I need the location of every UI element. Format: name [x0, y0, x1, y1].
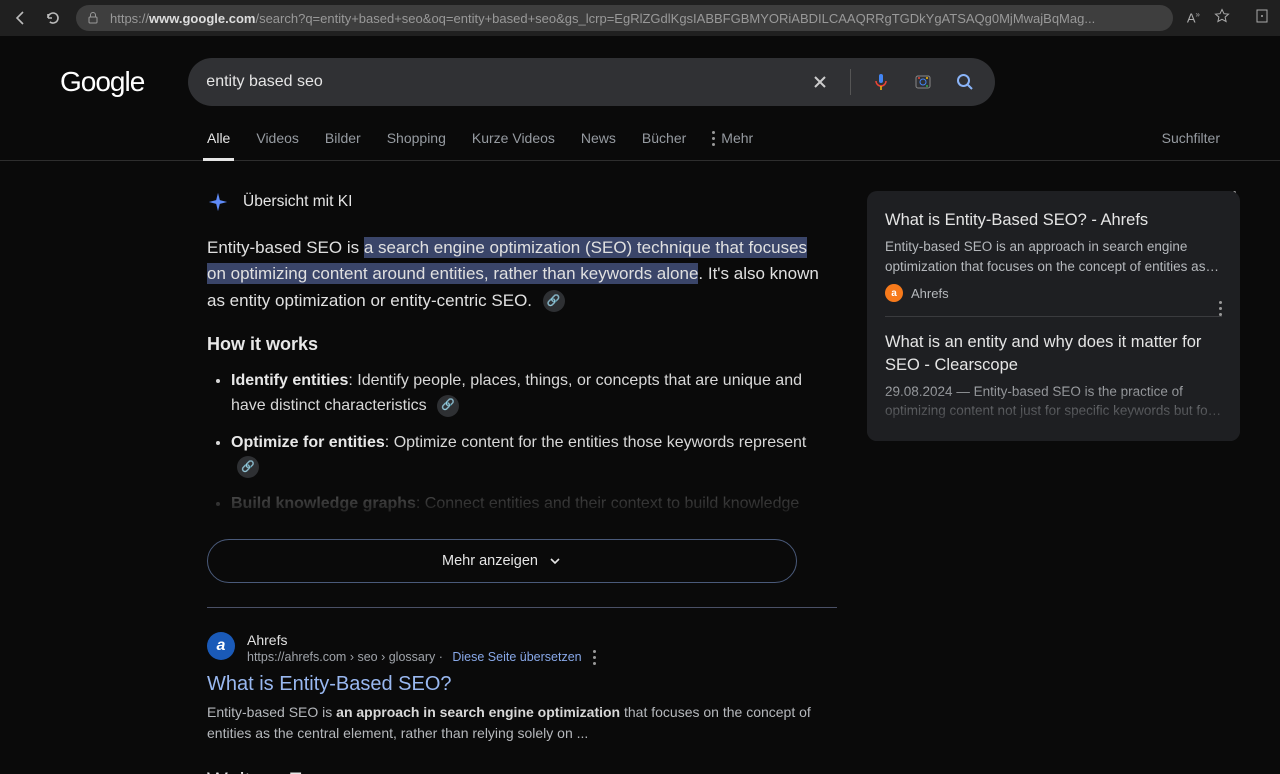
tab-short-videos[interactable]: Kurze Videos [472, 130, 555, 160]
ai-list-item: Identify entities: Identify people, plac… [231, 369, 827, 419]
refresh-button[interactable] [44, 9, 62, 27]
sidebar-card-title: What is an entity and why does it matter… [885, 331, 1222, 376]
search-box[interactable] [188, 58, 995, 106]
translate-link[interactable]: Diese Seite übersetzen [452, 650, 581, 664]
source-favicon: a [885, 284, 903, 302]
chevron-down-icon [548, 554, 562, 568]
voice-search-icon[interactable] [869, 70, 893, 94]
result-favicon: a [207, 632, 235, 660]
clear-icon[interactable] [808, 70, 832, 94]
result-snippet: Entity-based SEO is an approach in searc… [207, 702, 837, 744]
sidebar-item-menu-icon[interactable] [1219, 301, 1222, 316]
search-filter[interactable]: Suchfilter [1162, 130, 1220, 146]
citation-chip-icon[interactable]: 🔗 [437, 395, 459, 417]
tab-books[interactable]: Bücher [642, 130, 686, 160]
favorite-icon[interactable] [1214, 8, 1230, 29]
result-menu-icon[interactable] [593, 650, 596, 665]
how-it-works-heading: How it works [207, 334, 827, 355]
show-more-button[interactable]: Mehr anzeigen [207, 539, 797, 583]
divider [850, 69, 851, 95]
ai-sparkle-icon [207, 191, 229, 213]
sidebar-card-title: What is Entity-Based SEO? - Ahrefs [885, 209, 1222, 231]
sidebar-card[interactable]: What is Entity-Based SEO? - Ahrefs Entit… [885, 209, 1222, 317]
search-icon[interactable] [953, 70, 977, 94]
tab-more[interactable]: Mehr [712, 130, 753, 160]
url-bar[interactable]: https://www.google.com/search?q=entity+b… [76, 5, 1173, 31]
citation-chip-icon[interactable]: 🔗 [237, 456, 259, 478]
sidebar-card-desc: Entity-based SEO is an approach in searc… [885, 237, 1222, 276]
more-questions-heading: Weitere Fragen [207, 768, 358, 774]
ai-summary-text: Entity-based SEO is a search engine opti… [207, 235, 827, 314]
tab-images[interactable]: Bilder [325, 130, 361, 160]
source-name: Ahrefs [911, 286, 949, 301]
url-text: https://www.google.com/search?q=entity+b… [110, 11, 1095, 26]
sidebar-card[interactable]: What is an entity and why does it matter… [885, 331, 1222, 441]
ai-list-item: Build knowledge graphs: Connect entities… [231, 492, 827, 517]
tab-videos[interactable]: Videos [256, 130, 299, 160]
lock-icon [86, 11, 100, 25]
ai-list-item: Optimize for entities: Optimize content … [231, 431, 827, 481]
tab-news[interactable]: News [581, 130, 616, 160]
more-dots-icon [712, 131, 715, 146]
source-name: Clearscope [911, 431, 977, 441]
google-logo[interactable]: Google [60, 66, 144, 98]
tab-all[interactable]: Alle [207, 130, 230, 160]
citation-chip-icon[interactable]: 🔗 [543, 290, 565, 312]
ai-overview-title: Übersicht mit KI [243, 193, 352, 211]
result-site-name: Ahrefs [247, 632, 596, 648]
back-button[interactable] [12, 9, 30, 27]
browser-menu-icon[interactable] [1256, 9, 1268, 28]
ai-sources-sidebar: What is Entity-Based SEO? - Ahrefs Entit… [867, 191, 1240, 441]
source-favicon: C [885, 429, 903, 441]
read-aloud-icon[interactable]: A» [1187, 10, 1200, 25]
tab-shopping[interactable]: Shopping [387, 130, 446, 160]
search-input[interactable] [206, 73, 808, 91]
result-breadcrumb: https://ahrefs.com › seo › glossary · Di… [247, 650, 596, 665]
section-divider [207, 607, 837, 608]
sidebar-card-desc: 29.08.2024 — Entity-based SEO is the pra… [885, 382, 1222, 421]
result-title-link[interactable]: What is Entity-Based SEO? [207, 673, 837, 696]
lens-search-icon[interactable] [911, 70, 935, 94]
